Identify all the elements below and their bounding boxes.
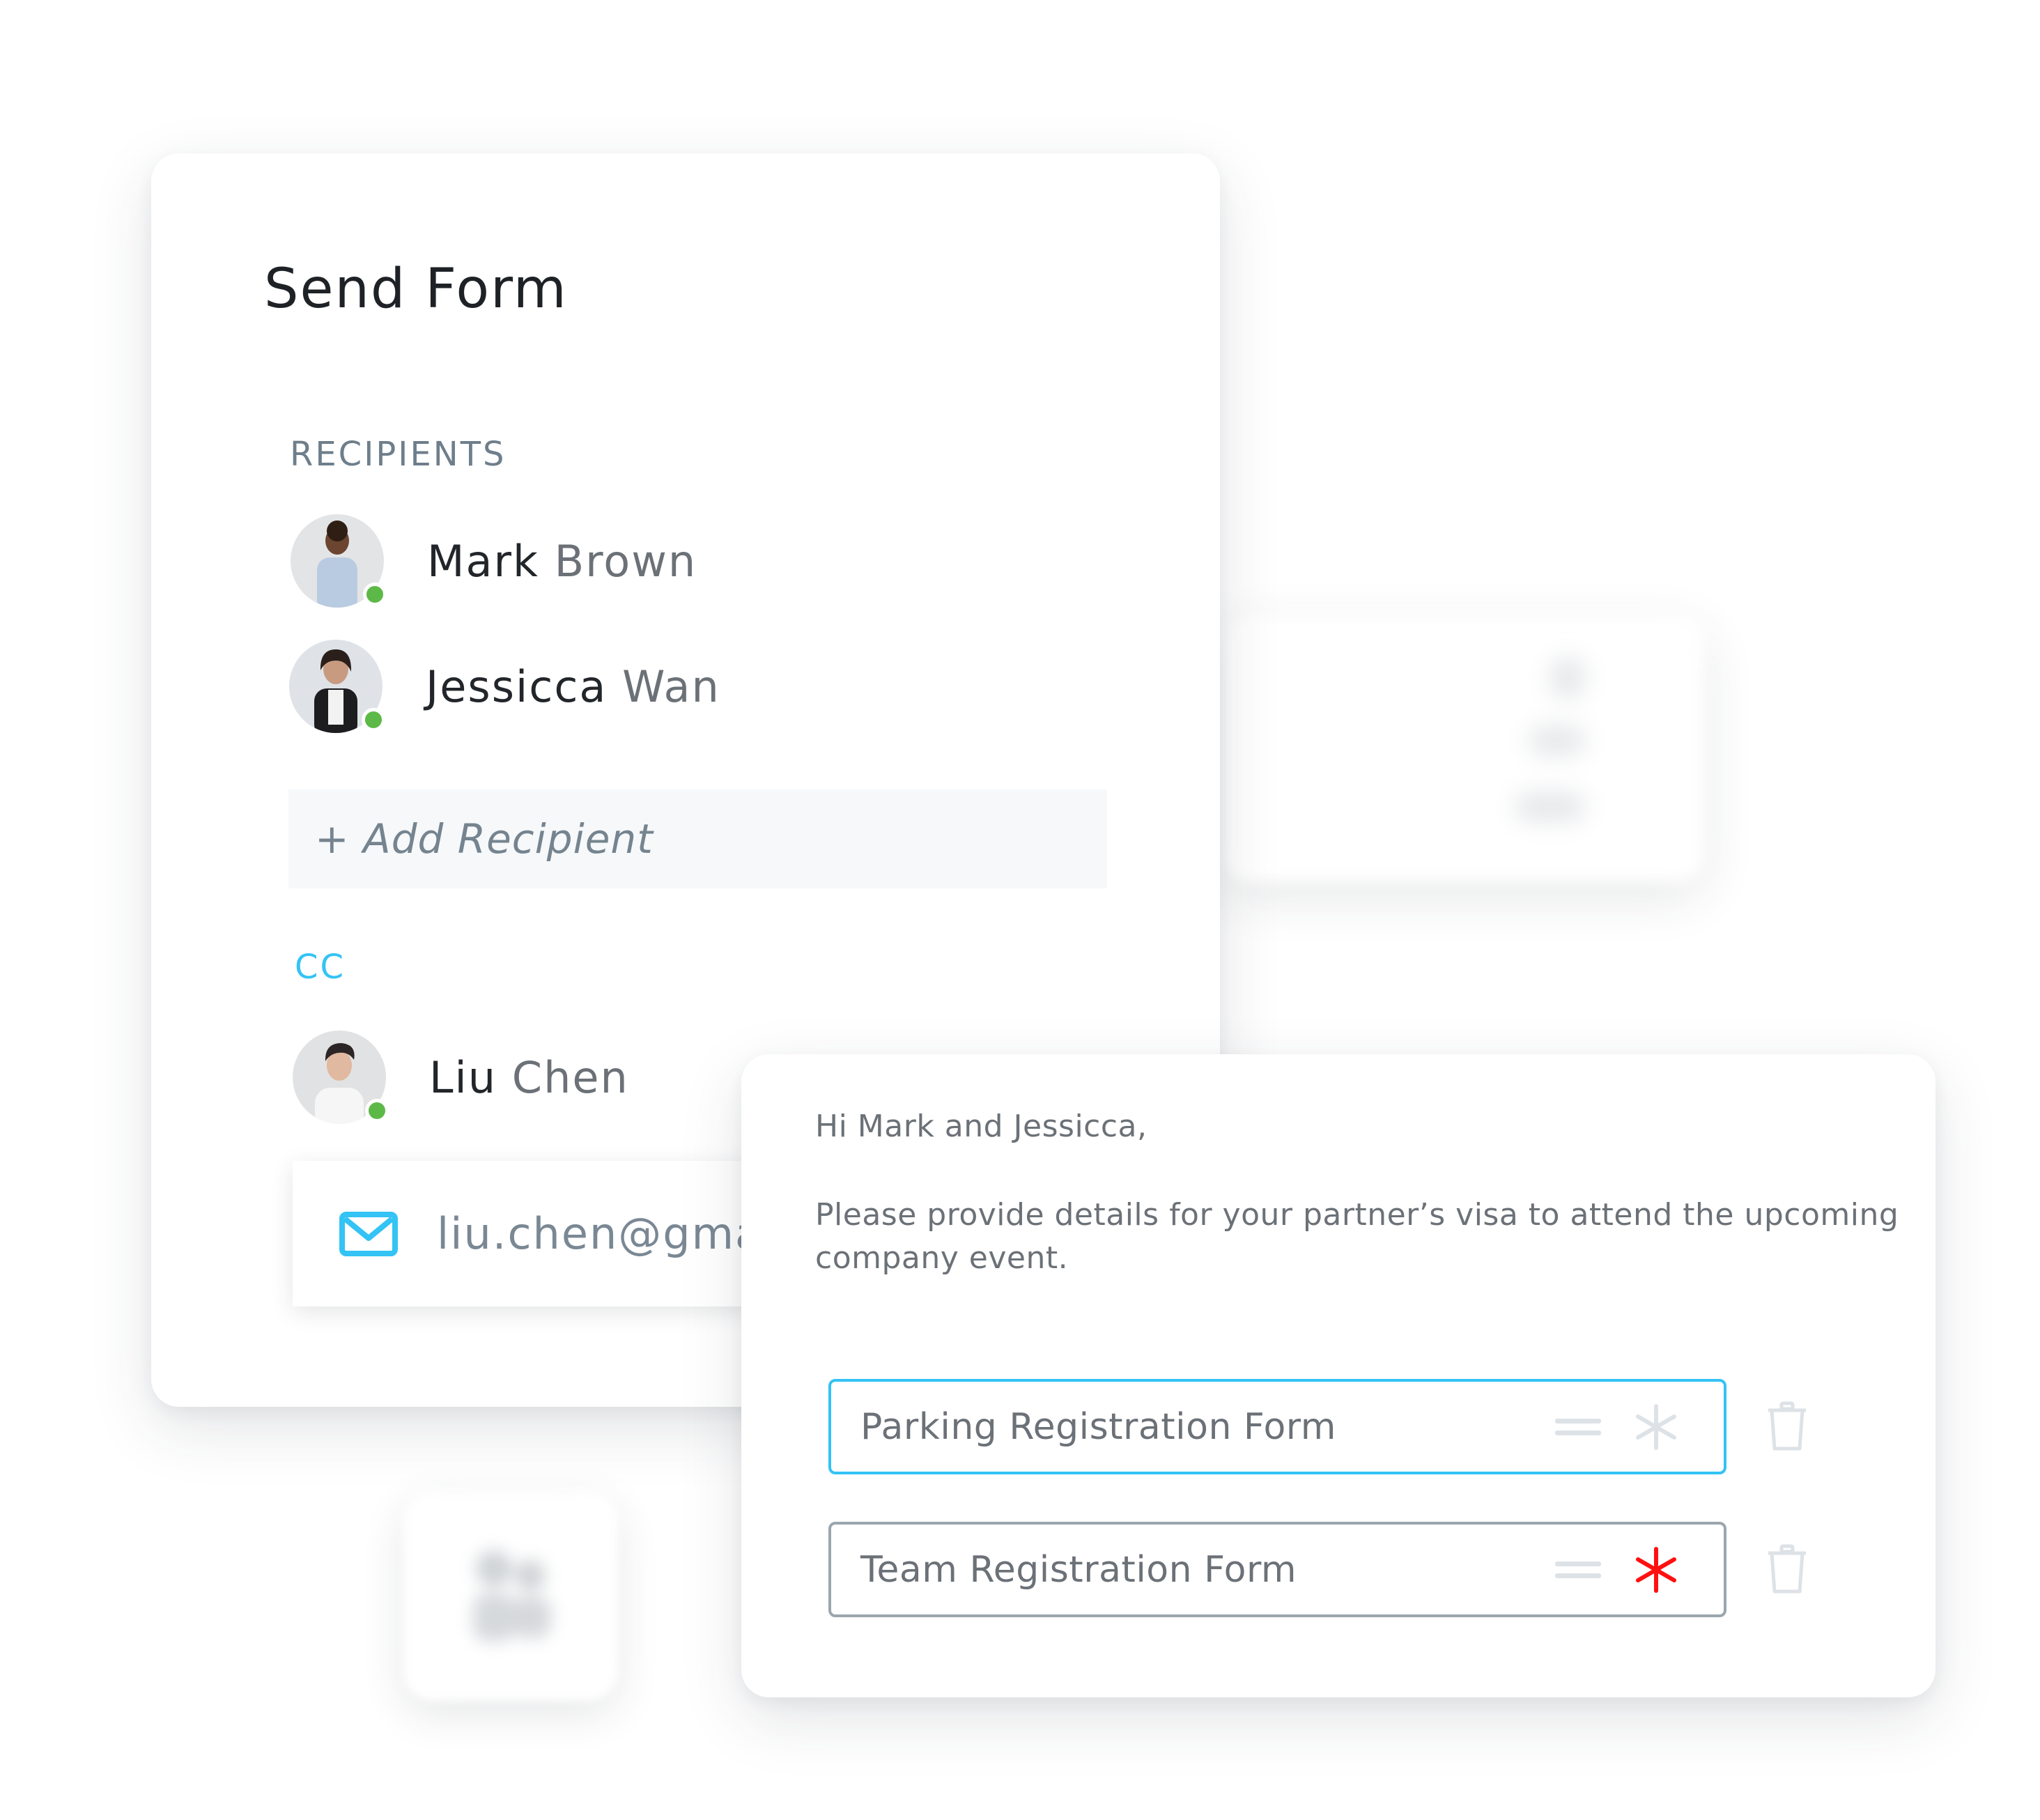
background-tile-blurred [403,1492,618,1701]
blurred-icon [1550,657,1585,699]
form-name: Team Registration Form [860,1548,1297,1591]
avatar [291,514,387,613]
required-toggle-icon[interactable] [1635,1546,1678,1593]
add-recipient-label: + Add Recipient [315,815,654,863]
drag-handle-icon[interactable] [1555,1417,1601,1437]
cc-label: CC [295,948,346,987]
cc-name: Liu Chen [429,1051,629,1103]
message-body: Please provide details for your partner’… [815,1197,1899,1276]
cc-item[interactable]: Liu Chen [293,1031,629,1129]
avatar [289,640,385,737]
blurred-text [1515,793,1585,821]
form-name: Parking Registration Form [860,1405,1336,1448]
mail-icon [339,1211,398,1256]
required-toggle-icon[interactable] [1635,1403,1678,1450]
form-item-team[interactable]: Team Registration Form [828,1522,1726,1617]
online-status-dot [363,583,387,606]
blurred-text [1529,727,1585,755]
recipient-name: Mark Brown [427,535,697,587]
recipient-item[interactable]: Jessicca Wan [289,640,720,737]
trash-icon[interactable] [1766,1401,1808,1451]
avatar [293,1031,389,1129]
online-status-dot [365,1099,389,1123]
drag-handle-icon[interactable] [1555,1560,1601,1580]
recipient-item[interactable]: Mark Brown [291,514,697,613]
page-title: Send Form [264,258,568,321]
recipient-name: Jessicca Wan [426,661,720,712]
online-status-dot [362,708,385,732]
recipients-label: RECIPIENTS [290,435,507,474]
trash-icon[interactable] [1766,1544,1808,1594]
blurred-people-icon [473,1550,551,1642]
form-item-parking[interactable]: Parking Registration Form [828,1379,1726,1474]
add-recipient-button[interactable]: + Add Recipient [288,789,1107,888]
message-card: Hi Mark and Jessicca, Please provide det… [741,1054,1935,1697]
cc-email-value: liu.chen@gma [437,1208,764,1259]
message-greeting: Hi Mark and Jessicca, [815,1109,1148,1144]
background-card-blurred [1223,615,1704,882]
